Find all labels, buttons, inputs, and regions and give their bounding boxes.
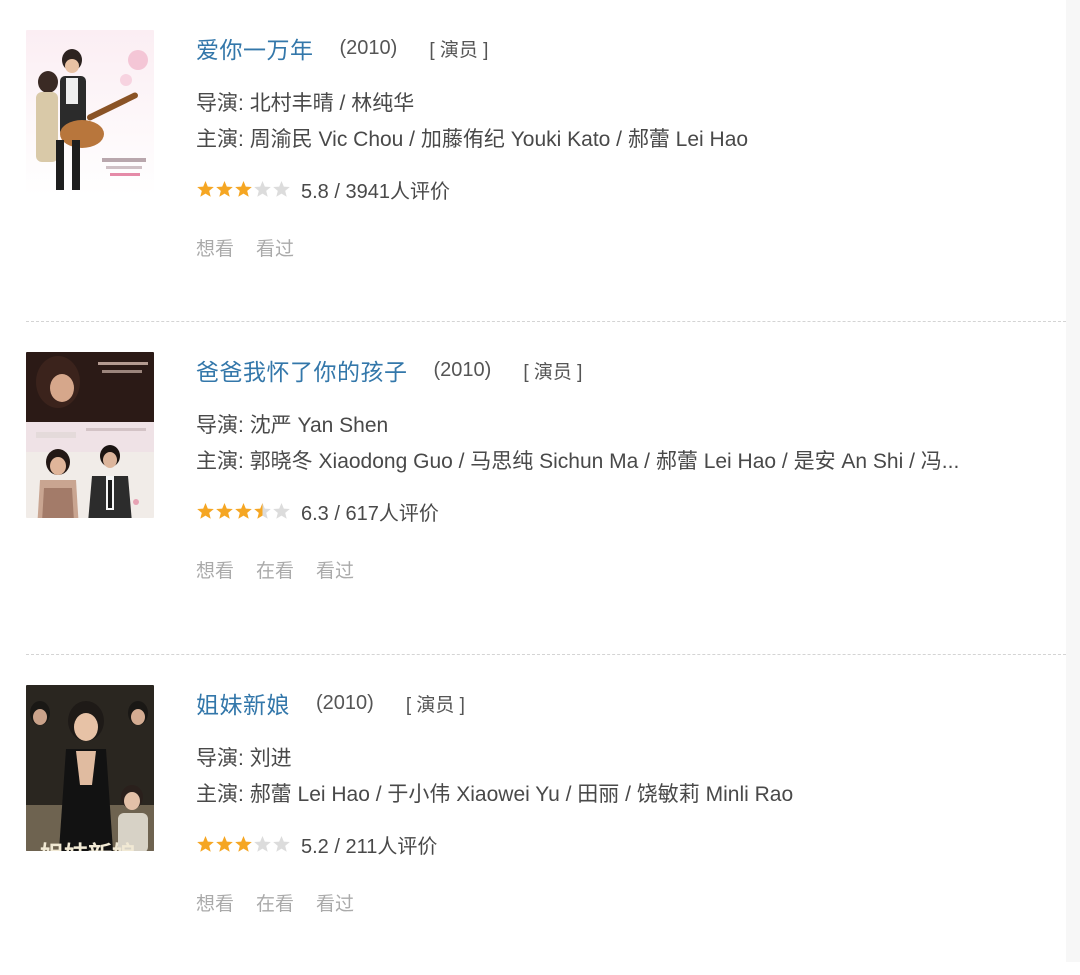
cast-value: 周渝民 Vic Chou / 加藤侑纪 Youki Kato / 郝蕾 Lei … bbox=[249, 128, 749, 151]
poster-image[interactable] bbox=[26, 352, 154, 518]
watching-button[interactable]: 在看 bbox=[256, 889, 294, 916]
star-icon bbox=[215, 180, 234, 198]
rating-stars bbox=[196, 835, 291, 853]
director-label: 导演: bbox=[196, 747, 244, 770]
star-icon bbox=[196, 180, 215, 198]
want-to-see-button[interactable]: 想看 bbox=[196, 234, 234, 261]
star-icon bbox=[234, 180, 253, 198]
poster-title-text: 姐妹新娘 bbox=[40, 840, 136, 851]
movie-role: [ 演员 ] bbox=[523, 361, 583, 383]
star-icon bbox=[253, 502, 272, 520]
movie-role: [ 演员 ] bbox=[429, 39, 489, 61]
watching-button[interactable]: 在看 bbox=[256, 556, 294, 583]
director-line: 导演: 沈严 Yan Shen bbox=[196, 408, 1056, 444]
poster-image[interactable]: 姐妹新娘 bbox=[26, 685, 154, 851]
want-to-see-button[interactable]: 想看 bbox=[196, 889, 234, 916]
star-icon bbox=[272, 835, 291, 853]
movie-title-link[interactable]: 爸爸我怀了你的孩子 bbox=[196, 353, 408, 387]
cast-line: 主演: 郝蕾 Lei Hao / 于小伟 Xiaowei Yu / 田丽 / 饶… bbox=[196, 777, 1056, 813]
rating-text: 5.8 / 3941人评价 bbox=[301, 180, 450, 203]
cast-label: 主演: bbox=[196, 128, 244, 151]
star-icon bbox=[234, 835, 253, 853]
director-value: 北村丰晴 / 林纯华 bbox=[249, 92, 415, 115]
rating-text: 6.3 / 617人评价 bbox=[301, 502, 439, 525]
star-icon bbox=[215, 502, 234, 520]
movie-poster[interactable] bbox=[26, 30, 154, 196]
star-icon bbox=[196, 835, 215, 853]
want-to-see-button[interactable]: 想看 bbox=[196, 556, 234, 583]
director-line: 导演: 北村丰晴 / 林纯华 bbox=[196, 86, 1056, 122]
director-value: 刘进 bbox=[249, 747, 292, 770]
star-icon bbox=[215, 835, 234, 853]
cast-value: 郭晓冬 Xiaodong Guo / 马思纯 Sichun Ma / 郝蕾 Le… bbox=[249, 450, 960, 473]
movie-year: (2010) bbox=[433, 358, 492, 381]
movie-title-link[interactable]: 爱你一万年 bbox=[196, 31, 314, 65]
star-icon bbox=[253, 180, 272, 198]
rating-stars bbox=[196, 180, 291, 198]
seen-button[interactable]: 看过 bbox=[256, 234, 294, 261]
scrollbar-track[interactable] bbox=[1066, 0, 1080, 962]
star-icon bbox=[196, 502, 215, 520]
movie-item: 爸爸我怀了你的孩子 (2010) [ 演员 ] 导演: 沈严 Yan Shen … bbox=[0, 322, 1066, 642]
movie-poster[interactable]: 姐妹新娘 bbox=[26, 685, 154, 851]
movie-role: [ 演员 ] bbox=[405, 694, 465, 716]
director-label: 导演: bbox=[196, 414, 244, 437]
director-line: 导演: 刘进 bbox=[196, 741, 1056, 777]
star-icon bbox=[272, 502, 291, 520]
rating-stars bbox=[196, 502, 291, 520]
cast-label: 主演: bbox=[196, 783, 244, 806]
movie-year: (2010) bbox=[316, 691, 374, 714]
movie-item: 爱你一万年 (2010) [ 演员 ] 导演: 北村丰晴 / 林纯华 主演: 周… bbox=[0, 0, 1066, 320]
movie-title-link[interactable]: 姐妹新娘 bbox=[196, 686, 290, 720]
seen-button[interactable]: 看过 bbox=[316, 889, 354, 916]
rating-text: 5.2 / 211人评价 bbox=[301, 835, 438, 858]
star-icon bbox=[234, 502, 253, 520]
cast-label: 主演: bbox=[196, 450, 244, 473]
director-label: 导演: bbox=[196, 92, 244, 115]
movie-year: (2010) bbox=[339, 36, 398, 59]
movie-item: 姐妹新娘 姐妹新娘 (2010) [ 演员 ] 导演: 刘进 主演: 郝蕾 Le… bbox=[0, 655, 1066, 975]
star-icon bbox=[272, 180, 291, 198]
star-icon bbox=[253, 835, 272, 853]
poster-image[interactable] bbox=[26, 30, 154, 196]
cast-value: 郝蕾 Lei Hao / 于小伟 Xiaowei Yu / 田丽 / 饶敏莉 M… bbox=[249, 783, 794, 806]
movie-poster[interactable] bbox=[26, 352, 154, 518]
cast-line: 主演: 周渝民 Vic Chou / 加藤侑纪 Youki Kato / 郝蕾 … bbox=[196, 122, 1056, 158]
seen-button[interactable]: 看过 bbox=[316, 556, 354, 583]
cast-line: 主演: 郭晓冬 Xiaodong Guo / 马思纯 Sichun Ma / 郝… bbox=[196, 444, 1056, 480]
director-value: 沈严 Yan Shen bbox=[249, 414, 389, 437]
